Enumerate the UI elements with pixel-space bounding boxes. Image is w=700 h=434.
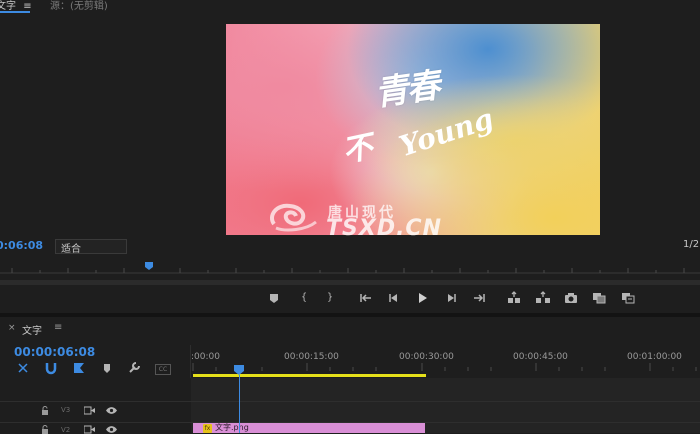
ruler-tick-label: 00:01:00:00 [627,352,682,362]
chevron-down-icon: ⌄ [61,240,68,249]
ruler-tick-label: :00:00 [191,352,220,362]
add-marker-timeline-icon[interactable] [100,361,114,375]
timeline-playhead-icon[interactable] [234,365,244,375]
ruler-tick-label: 00:00:15:00 [284,352,339,362]
panel-divider[interactable] [0,313,700,317]
fx-badge: fx [203,424,212,433]
work-area-bar[interactable] [193,374,426,377]
lift-icon[interactable] [506,290,522,306]
mark-out-icon[interactable]: } [322,290,338,306]
insert-icon[interactable] [591,290,607,306]
step-back-icon[interactable] [386,290,402,306]
go-to-in-icon[interactable] [358,290,374,306]
monitor-mini-ruler[interactable] [0,262,700,274]
timeline-clip[interactable]: fx 文字.png [193,423,425,433]
track-output-icon[interactable] [84,406,95,415]
captions-icon[interactable]: CC [155,364,171,375]
video-title-young: Young [395,101,498,164]
monitor-zoom-scrollbar[interactable] [0,280,700,285]
playback-resolution[interactable]: 1/2 [683,239,699,250]
close-tab-icon[interactable]: × [8,323,16,333]
tab-source-monitor[interactable]: 源：(无剪辑) [50,0,108,12]
snap-icon[interactable] [44,361,58,375]
eye-icon[interactable] [106,406,117,415]
timeline-ruler[interactable]: :00:00 00:00:15:00 00:00:30:00 00:00:45:… [191,345,700,375]
track-separator [0,401,700,402]
track-headers [0,378,191,433]
export-frame-icon[interactable] [563,290,579,306]
timeline-menu-icon[interactable]: ≡ [54,322,62,333]
clip-name: 文字.png [215,423,249,432]
transport-controls: { } [0,290,700,306]
video-title-qingchun: 青春 [372,65,441,115]
wrench-icon[interactable] [127,361,141,375]
extract-icon[interactable] [535,290,551,306]
go-to-out-icon[interactable] [471,290,487,306]
monitor-playhead-icon[interactable] [145,262,153,270]
video-title-bu: 不 [339,129,377,170]
ruler-tick-label: 00:00:30:00 [399,352,454,362]
mark-in-icon[interactable]: { [296,290,312,306]
active-tab-indicator [0,11,30,13]
linked-selection-icon[interactable] [72,361,86,375]
track-lock-icon[interactable] [41,406,49,415]
track-label-v3: V3 [61,406,71,414]
play-icon[interactable] [414,290,430,306]
timeline-sequence-name[interactable]: 文字 [22,322,42,337]
watermark-en: TSXD.CN [326,216,442,241]
watermark-logo-icon [270,203,317,232]
ruler-ticks [192,363,697,371]
playhead-line [239,375,240,433]
fit-dropdown[interactable]: 适合 ⌄ [55,239,127,255]
ruler-tick-label: 00:00:45:00 [513,352,568,362]
timeline-timecode[interactable]: 00:00:06:08 [14,345,95,359]
step-forward-icon[interactable] [443,290,459,306]
add-marker-icon[interactable] [266,290,282,306]
nest-sequence-icon[interactable] [16,361,30,375]
program-timecode[interactable]: 0:06:08 [0,239,43,252]
overwrite-icon[interactable] [620,290,636,306]
